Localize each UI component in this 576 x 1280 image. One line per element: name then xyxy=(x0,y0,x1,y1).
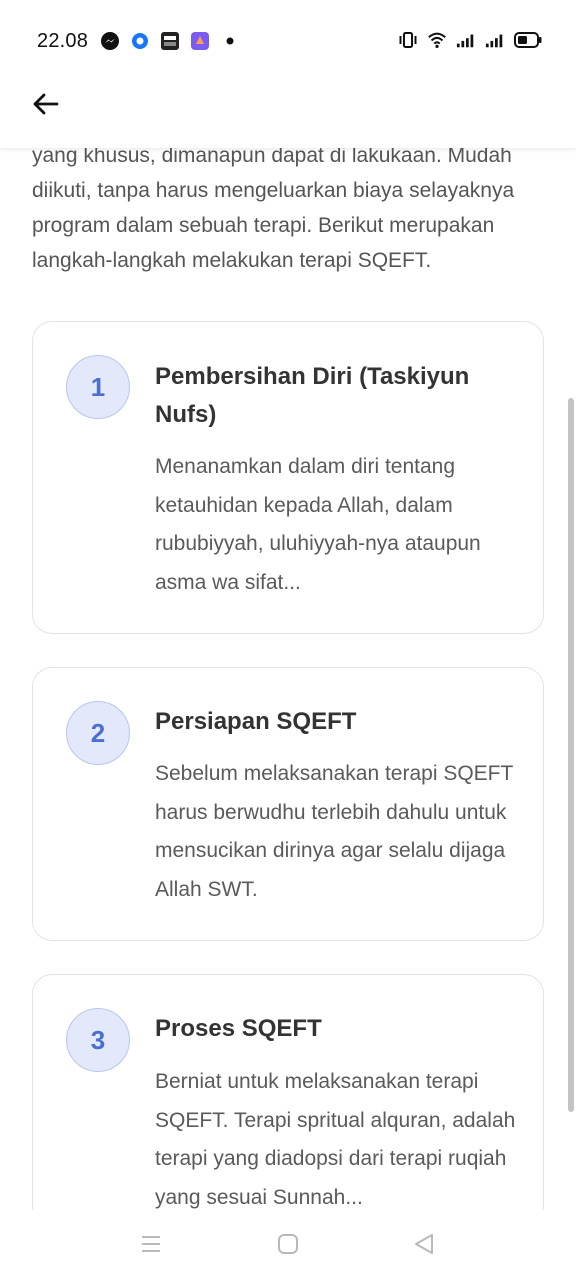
messenger-icon xyxy=(100,31,120,51)
arrow-left-icon xyxy=(31,89,61,124)
shortcut-app-icon xyxy=(190,31,210,51)
status-bar: 22.08 xyxy=(0,0,576,70)
step-description: Sebelum melaksanakan terapi SQEFT harus … xyxy=(155,762,513,902)
system-icons xyxy=(398,30,542,50)
step-number-badge: 1 xyxy=(66,355,130,419)
home-square-icon xyxy=(276,1232,300,1261)
notification-icons xyxy=(100,31,240,51)
back-nav-button[interactable] xyxy=(410,1232,438,1260)
step-title: Proses SQEFT xyxy=(155,1015,322,1042)
step-card-2: 2 Persiapan SQEFT Sebelum melaksanakan t… xyxy=(32,667,544,941)
back-triangle-icon xyxy=(412,1232,436,1261)
intro-paragraph: yang khusus, dimanapun dapat di lakukaan… xyxy=(32,144,515,272)
step-number-badge: 2 xyxy=(66,701,130,765)
system-nav-bar xyxy=(0,1210,576,1280)
step-title: Pembersihan Diri (Taskiyun Nufs) xyxy=(155,363,470,428)
menu-button[interactable] xyxy=(137,1232,165,1260)
battery-icon xyxy=(514,30,542,50)
vibrate-icon xyxy=(398,30,418,50)
signal-2-icon xyxy=(485,30,505,50)
bri-mo-icon xyxy=(160,31,180,51)
step-number-badge: 3 xyxy=(66,1008,130,1072)
step-card-3: 3 Proses SQEFT Berniat untuk melaksanaka… xyxy=(32,974,544,1210)
signal-1-icon xyxy=(456,30,476,50)
content-scroll[interactable]: yang khusus, dimanapun dapat di lakukaan… xyxy=(0,130,576,1210)
wifi-icon xyxy=(427,30,447,50)
dot-icon xyxy=(220,31,240,51)
step-card-1: 1 Pembersihan Diri (Taskiyun Nufs) Menan… xyxy=(32,321,544,634)
back-button[interactable] xyxy=(26,86,66,126)
menu-icon xyxy=(139,1233,163,1260)
step-description: Menanamkan dalam diri tentang ketauhidan… xyxy=(155,455,481,595)
scrollbar[interactable] xyxy=(568,398,574,1112)
app-bar xyxy=(0,70,576,148)
step-title: Persiapan SQEFT xyxy=(155,708,357,735)
home-button[interactable] xyxy=(274,1232,302,1260)
chat-bubble-icon xyxy=(130,31,150,51)
status-time: 22.08 xyxy=(37,30,89,52)
step-description: Berniat untuk melaksanakan terapi SQEFT.… xyxy=(155,1070,516,1210)
